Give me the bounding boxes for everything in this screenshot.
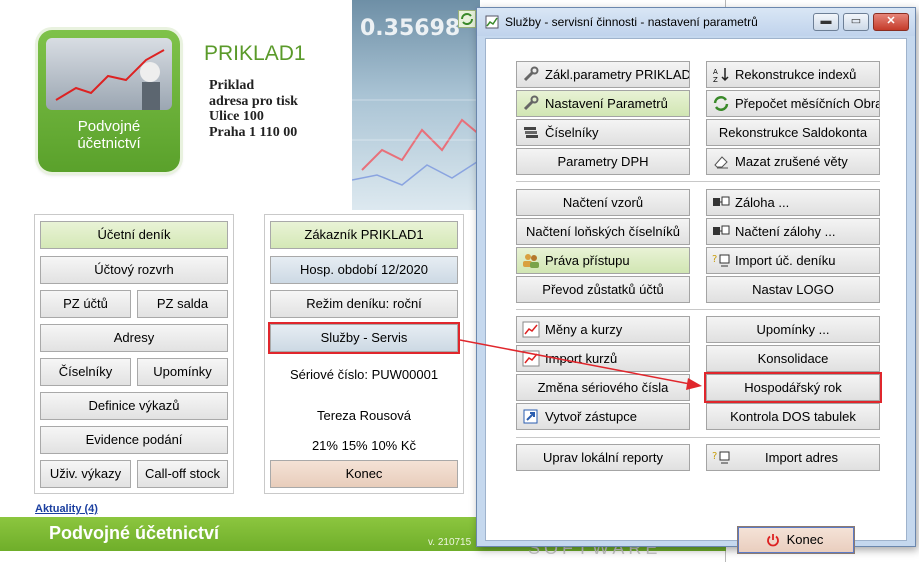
hero-chart-graphic <box>352 99 480 186</box>
refresh-icon <box>713 96 729 111</box>
services-dialog: Služby - servisní činnosti - nastavení p… <box>476 7 916 554</box>
company-address: Priklad adresa pro tisk Ulice 100 Praha … <box>209 78 298 140</box>
footer-title: Podvojné účetnictví <box>49 523 220 543</box>
svg-text:Z: Z <box>713 76 718 83</box>
import-icon: ? <box>712 254 730 267</box>
prepocet-mesicnich-button[interactable]: Přepočet měsíčních Obratů <box>706 90 880 117</box>
separator <box>516 181 880 182</box>
ciselniky-dialog-button[interactable]: Číselníky <box>516 119 690 146</box>
vytvor-zastupce-button[interactable]: Vytvoř zástupce <box>516 403 690 430</box>
nacteni-vzoru-button[interactable]: Načtení vzorů <box>516 189 690 216</box>
rekonstrukce-saldokonta-button[interactable]: Rekonstrukce Saldokonta <box>706 119 880 146</box>
separator <box>516 437 880 438</box>
books-icon <box>524 127 538 138</box>
prava-pristupu-button[interactable]: Práva přístupu <box>516 247 690 274</box>
nastaveni-parametru-button[interactable]: Nastavení Parametrů <box>516 90 690 117</box>
sluzby-servis-highlight <box>268 322 460 354</box>
svg-text:A: A <box>713 68 718 76</box>
upominky-button[interactable]: Upomínky <box>137 358 228 386</box>
import-adres-button[interactable]: ? Import adres <box>706 444 880 471</box>
konsolidace-button[interactable]: Konsolidace <box>706 345 880 372</box>
upominky-dialog-button[interactable]: Upomínky ... <box>706 316 880 343</box>
import-uc-deniku-button[interactable]: ? Import úč. deníku <box>706 247 880 274</box>
close-button[interactable]: ✕ <box>873 13 909 31</box>
evidence-podani-button[interactable]: Evidence podání <box>40 426 228 454</box>
import-kurzu-button[interactable]: Import kurzů <box>516 345 690 372</box>
uctovy-rozvrh-button[interactable]: Účtový rozvrh <box>40 256 228 284</box>
chart-icon <box>522 321 540 338</box>
hero-banner: 0.35698 <box>352 0 480 210</box>
maximize-button[interactable]: ▭ <box>843 13 869 31</box>
call-off-stock-button[interactable]: Call-off stock <box>137 460 228 488</box>
shortcut-icon <box>523 409 538 424</box>
power-icon <box>767 534 779 547</box>
uziv-vykazy-button[interactable]: Uživ. výkazy <box>40 460 131 488</box>
adresy-button[interactable]: Adresy <box>40 324 228 352</box>
uprav-reporty-button[interactable]: Uprav lokální reporty <box>516 444 690 471</box>
nastav-logo-button[interactable]: Nastav LOGO <box>706 276 880 303</box>
backup-icon <box>713 196 730 206</box>
chart-icon <box>522 350 540 367</box>
refresh-icon[interactable] <box>458 10 476 28</box>
eraser-icon <box>714 156 728 169</box>
sort-az-icon: AZ <box>713 68 729 83</box>
import-icon: ? <box>712 451 730 464</box>
logo-caption: Podvojné účetnictví <box>77 118 141 152</box>
hosp-obdobi-button[interactable]: Hosp. období 12/2020 <box>270 256 458 284</box>
hospodarsky-rok-highlight <box>704 372 882 403</box>
users-icon <box>523 254 539 268</box>
zakaznik-button[interactable]: Zákazník PRIKLAD1 <box>270 221 458 249</box>
user-name: Tereza Rousová <box>317 408 411 423</box>
svg-text:?: ? <box>712 254 717 265</box>
kontrola-dos-button[interactable]: Kontrola DOS tabulek <box>706 403 880 430</box>
konec-main-button[interactable]: Konec <box>270 460 458 488</box>
desktop: 0.35698 Podvojné účetnictví PRIKLAD1 Pri… <box>0 0 919 562</box>
ucetni-denik-button[interactable]: Účetní deník <box>40 221 228 249</box>
wrench-icon <box>523 66 539 82</box>
parametry-dph-button[interactable]: Parametry DPH <box>516 148 690 175</box>
minimize-button[interactable]: ▬ <box>813 13 839 31</box>
vat-rates: 21% 15% 10% Kč <box>311 438 417 453</box>
ciselniky-button[interactable]: Číselníky <box>40 358 131 386</box>
nacteni-lonskych-button[interactable]: Načtení loňských číselníků <box>516 218 690 245</box>
meny-a-kurzy-button[interactable]: Měny a kurzy <box>516 316 690 343</box>
nacteni-zalohy-button[interactable]: Načtení zálohy ... <box>706 218 880 245</box>
version-label: v. 210715 <box>428 537 472 548</box>
app-logo: Podvojné účetnictví <box>38 30 180 172</box>
pz-uctu-button[interactable]: PZ účtů <box>40 290 131 318</box>
zmena-seriov-button[interactable]: Změna sériového čísla <box>516 374 690 401</box>
company-name: PRIKLAD1 <box>204 42 306 65</box>
serial-number: Sériové číslo: PUW00001 <box>289 367 439 382</box>
separator <box>516 309 880 310</box>
logo-chart-photo <box>46 38 172 110</box>
pz-salda-button[interactable]: PZ salda <box>137 290 228 318</box>
definice-vykazu-button[interactable]: Definice výkazů <box>40 392 228 420</box>
svg-text:?: ? <box>712 451 717 462</box>
news-link[interactable]: Aktuality (4) <box>35 503 98 515</box>
wrench-icon <box>523 95 539 111</box>
dialog-body: Zákl.parametry PRIKLAD1 Nastavení Parame… <box>485 38 907 554</box>
app-icon <box>485 15 499 29</box>
konec-dialog-button[interactable]: Konec <box>737 526 855 554</box>
mazat-zrusene-button[interactable]: Mazat zrušené věty <box>706 148 880 175</box>
zakl-parametry-button[interactable]: Zákl.parametry PRIKLAD1 <box>516 61 690 88</box>
rezim-deniku-button[interactable]: Režim deníku: roční <box>270 290 458 318</box>
zaloha-button[interactable]: Záloha ... <box>706 189 880 216</box>
prevod-zustatku-button[interactable]: Převod zůstatků účtů <box>516 276 690 303</box>
dialog-title: Služby - servisní činnosti - nastavení p… <box>505 15 758 29</box>
dialog-titlebar[interactable]: Služby - servisní činnosti - nastavení p… <box>477 8 915 36</box>
rekonstrukce-indexu-button[interactable]: AZ Rekonstrukce indexů <box>706 61 880 88</box>
restore-icon <box>713 225 730 235</box>
